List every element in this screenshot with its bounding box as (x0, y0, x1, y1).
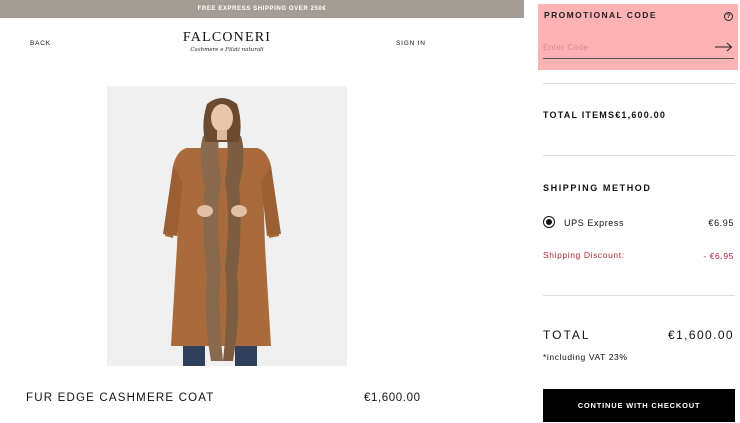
promo-input-underline (543, 58, 734, 59)
total-items-value: €1,600.00 (615, 110, 667, 120)
divider (543, 83, 735, 84)
product-name: FUR EDGE CASHMERE COAT (26, 392, 215, 404)
brand-logo[interactable]: FALCONERI Cashmere e Filati naturali (180, 30, 274, 53)
divider (543, 295, 735, 296)
product-image (107, 86, 347, 366)
vat-note: *including VAT 23% (543, 352, 628, 362)
arrow-right-icon[interactable] (715, 42, 733, 52)
shipping-method-label[interactable]: UPS Express (564, 218, 624, 228)
shipping-discount-label: Shipping Discount: (543, 250, 625, 260)
brand-name: FALCONERI (182, 30, 272, 45)
total-items-label: TOTAL ITEMS (543, 110, 616, 120)
total-items-row: TOTAL ITEMS€1,600.00 (543, 110, 666, 120)
total-label: TOTAL (543, 328, 591, 342)
shipping-method-price: €6.95 (708, 218, 734, 228)
promo-code-input[interactable] (543, 40, 713, 54)
product-photo-illustration (107, 86, 347, 366)
brand-tagline: Cashmere e Filati naturali (190, 47, 264, 53)
promo-code-title: PROMOTIONAL CODE (544, 10, 657, 20)
shipping-discount-value: - €6.95 (703, 251, 734, 261)
ups-express-radio[interactable] (543, 216, 555, 228)
total-value: €1,600.00 (668, 328, 734, 342)
shipping-method-heading: SHIPPING METHOD (543, 183, 652, 193)
back-link[interactable]: BACK (30, 40, 51, 47)
product-price: €1,600.00 (364, 392, 421, 404)
continue-checkout-button[interactable]: CONTINUE WITH CHECKOUT (543, 389, 735, 422)
sign-in-link[interactable]: SIGN IN (396, 40, 426, 47)
divider (543, 155, 735, 156)
shipping-banner: FREE EXPRESS SHIPPING OVER 250€ (0, 0, 524, 18)
question-circle-icon[interactable]: ? (724, 12, 733, 21)
promo-code-section: PROMOTIONAL CODE ? (538, 4, 738, 70)
